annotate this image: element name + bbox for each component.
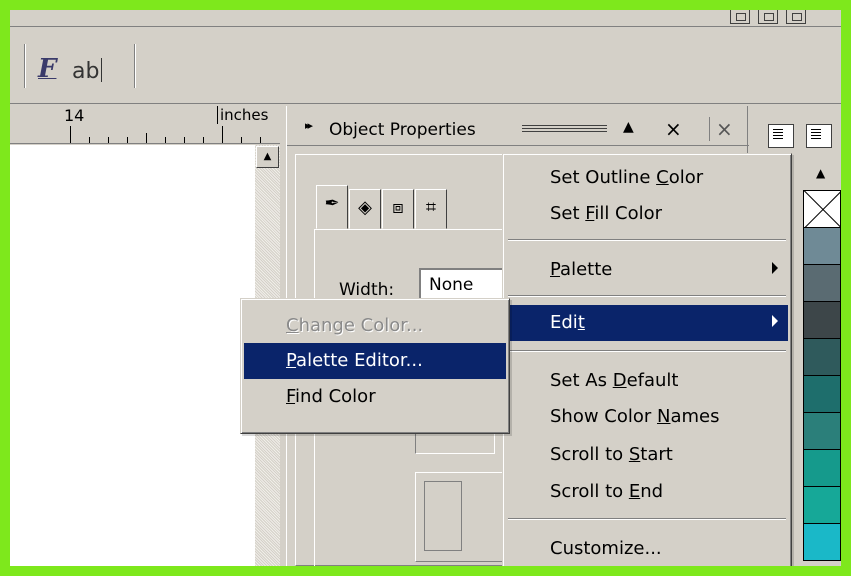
ruler-tick [260, 137, 261, 143]
outline-color-button[interactable] [415, 472, 505, 562]
tab-outline[interactable]: ✒ [316, 185, 348, 229]
menu-item-set-fill-color[interactable]: Set Fill Color [506, 196, 788, 232]
palette-options-icon[interactable] [768, 124, 794, 148]
ruler-unit: inches [217, 106, 268, 124]
menu-item-show-color-names[interactable]: Show Color Names [506, 399, 788, 435]
palette-swatches [803, 228, 841, 561]
palette-header [750, 106, 841, 158]
ruler-tick [222, 126, 223, 143]
outline-style-box[interactable] [415, 432, 495, 454]
ruler-tick [146, 133, 147, 143]
menu-item-palette-editor[interactable]: Palette Editor... [244, 343, 506, 379]
palette-color-swatch[interactable] [803, 302, 841, 339]
palette-flyout-icon[interactable] [806, 124, 832, 148]
color-palette [803, 190, 841, 566]
tab-fill[interactable]: ◈ [349, 189, 381, 229]
menu-separator [508, 518, 786, 520]
frame-icon: ⧈ [392, 197, 404, 218]
close-docker-icon[interactable]: × [709, 117, 733, 141]
drawing-canvas[interactable] [10, 145, 255, 566]
menu-item-scroll-to-start[interactable]: Scroll to Start [506, 437, 788, 473]
scroll-up-button[interactable]: ▲ [256, 146, 279, 168]
toolbar: F ab [10, 28, 841, 104]
horizontal-ruler[interactable]: 14 inches [10, 106, 280, 144]
ruler-tick [241, 137, 242, 143]
fit-text-to-path-icon[interactable]: F [38, 54, 56, 84]
no-color-swatch[interactable] [803, 190, 841, 228]
ruler-tick [70, 126, 71, 143]
menu-item-set-outline-color[interactable]: Set Outline Color [506, 160, 788, 196]
toolbar-separator [134, 44, 136, 88]
palette-context-menu: Set Outline Color Set Fill Color Palette… [502, 153, 792, 566]
ruler-tick [127, 137, 128, 143]
edit-submenu: Change Color... Palette Editor... Find C… [240, 298, 510, 434]
palette-color-swatch[interactable] [803, 339, 841, 376]
menu-separator [508, 239, 786, 241]
menu-item-customize[interactable]: Customize... [506, 531, 788, 566]
palette-color-swatch[interactable] [803, 413, 841, 450]
detail-icon: ⌗ [425, 197, 437, 218]
tab-more[interactable]: ⌗ [415, 189, 447, 229]
palette-color-swatch[interactable] [803, 265, 841, 302]
menu-item-find-color[interactable]: Find Color [244, 379, 506, 415]
docker-title: Object Properties [329, 120, 476, 140]
expand-arrow-icon[interactable]: ▸▸ [305, 119, 313, 132]
toolbar-separator [24, 44, 26, 88]
app-window: F ab 14 inches ▲ ▸▸ Object Properties ▲ … [10, 10, 841, 566]
title-strip [10, 10, 841, 27]
palette-color-swatch[interactable] [803, 228, 841, 265]
submenu-arrow-icon [772, 315, 778, 327]
ruler-tick [203, 137, 204, 143]
palette-color-swatch[interactable] [803, 487, 841, 524]
menu-item-edit[interactable]: Edit [506, 305, 788, 341]
pen-nib-icon: ✒ [324, 193, 340, 214]
width-label: Width: [339, 280, 395, 300]
palette-color-swatch[interactable] [803, 524, 841, 561]
menu-item-change-color: Change Color... [286, 315, 424, 336]
palette-color-swatch[interactable] [803, 450, 841, 487]
fill-bucket-icon: ◈ [358, 197, 372, 218]
submenu-arrow-icon [772, 262, 778, 274]
minimize-button[interactable] [730, 10, 750, 24]
restore-button[interactable] [758, 10, 778, 24]
menu-separator [508, 295, 786, 297]
palette-color-swatch[interactable] [803, 376, 841, 413]
menu-item-scroll-to-end[interactable]: Scroll to End [506, 474, 788, 510]
ruler-tick [89, 137, 90, 143]
menu-separator [508, 350, 786, 352]
palette-scroll-up-icon[interactable]: ▲ [816, 166, 825, 180]
ruler-mark: 14 [64, 106, 85, 125]
collapse-up-icon[interactable]: ▲ [623, 119, 634, 135]
docker-header[interactable]: ▸▸ Object Properties ▲ × × [287, 106, 749, 146]
close-window-button[interactable] [786, 10, 806, 24]
tab-general[interactable]: ⧈ [382, 189, 414, 229]
outline-color-swatch [424, 481, 462, 551]
text-tool-icon[interactable]: ab [72, 58, 103, 84]
menu-item-palette[interactable]: Palette [506, 252, 788, 288]
ruler-tick [165, 137, 166, 143]
docker-grip[interactable] [522, 125, 607, 132]
width-field[interactable]: None [419, 268, 509, 302]
menu-item-set-as-default[interactable]: Set As Default [506, 363, 788, 399]
ruler-tick [108, 137, 109, 143]
close-icon[interactable]: × [665, 117, 682, 141]
ruler-tick [184, 137, 185, 143]
